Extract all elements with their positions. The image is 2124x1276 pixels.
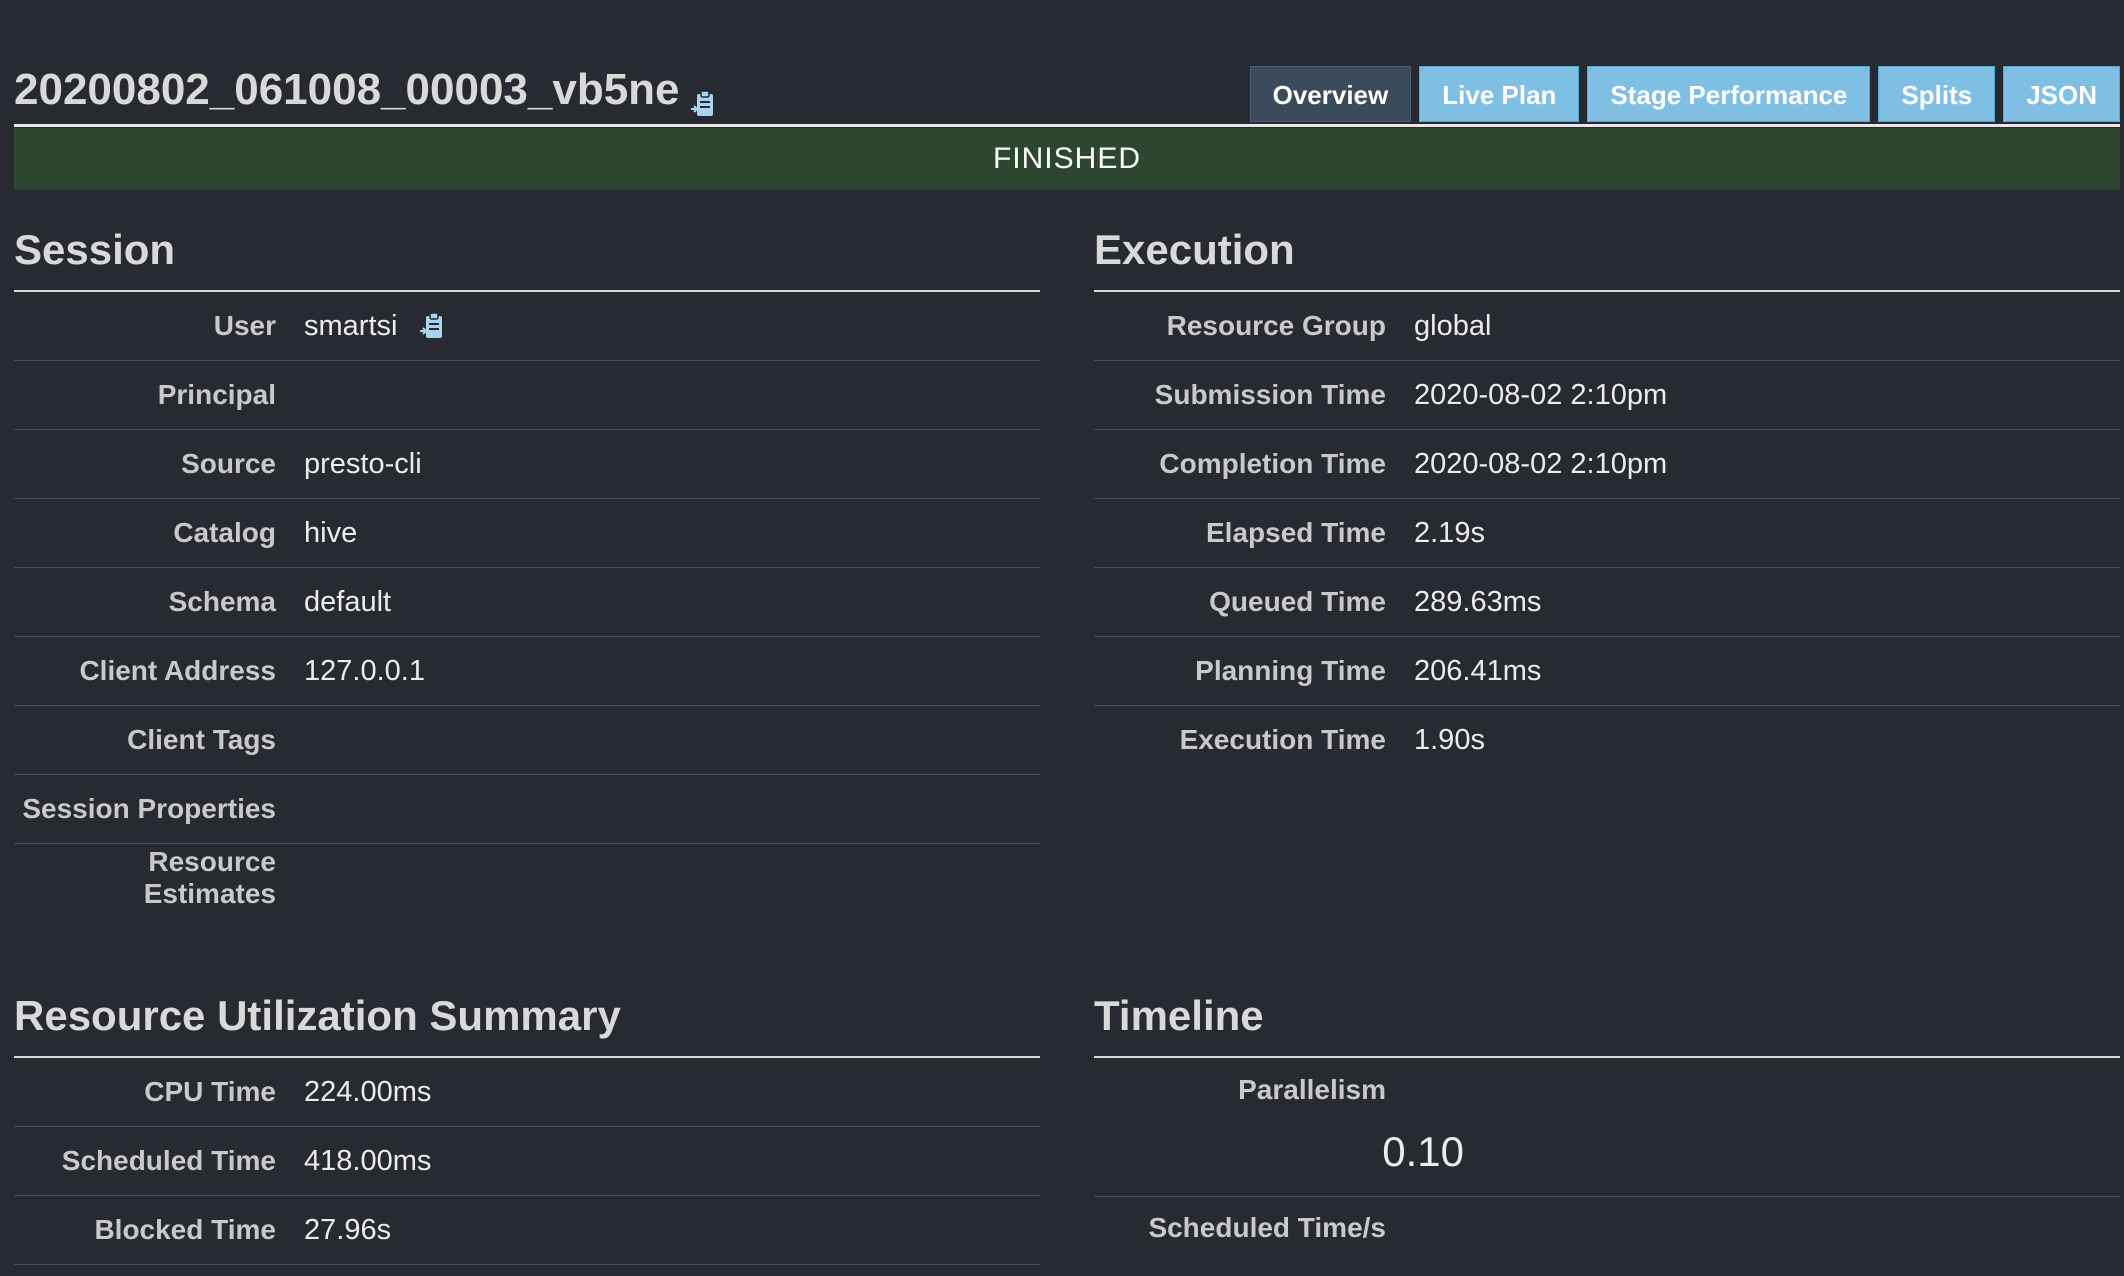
session-key: Resource Estimates <box>143 846 276 909</box>
execution-key: Execution Time <box>1179 724 1386 755</box>
query-state-bar: FINISHED <box>14 128 2120 190</box>
resource-summary-section: Resource Utilization Summary CPU Time 22… <box>14 986 1040 1265</box>
session-row-principal: Principal <box>14 361 1040 430</box>
resource-value: 418.00ms <box>304 1144 432 1177</box>
header-divider <box>14 124 2120 127</box>
tab-overview[interactable]: Overview <box>1249 66 1412 122</box>
clipboard-icon[interactable] <box>690 76 716 116</box>
session-row-client-address: Client Address 127.0.0.1 <box>14 637 1040 706</box>
execution-row-execution-time: Execution Time 1.90s <box>1094 706 2120 774</box>
session-value: default <box>304 585 392 618</box>
execution-key: Queued Time <box>1209 586 1386 617</box>
execution-row-submission-time: Submission Time 2020-08-02 2:10pm <box>1094 361 2120 430</box>
execution-row-elapsed-time: Elapsed Time 2.19s <box>1094 499 2120 568</box>
session-key: User <box>213 310 276 341</box>
execution-title: Execution <box>1094 226 1295 273</box>
resource-summary-title: Resource Utilization Summary <box>14 992 621 1039</box>
scheduled-time-label-row: Scheduled Time/s <box>1094 1197 2120 1259</box>
execution-key: Planning Time <box>1195 655 1386 686</box>
execution-value: 1.90s <box>1414 723 1485 756</box>
session-key: Session Properties <box>22 793 276 824</box>
parallelism-label: Parallelism <box>1238 1074 1386 1105</box>
resource-key: Blocked Time <box>94 1214 276 1245</box>
session-row-user: User smartsi <box>14 292 1040 361</box>
scheduled-time-per-second-label: Scheduled Time/s <box>1148 1212 1386 1243</box>
session-row-schema: Schema default <box>14 568 1040 637</box>
tab-splits[interactable]: Splits <box>1878 66 1996 122</box>
resource-key: Scheduled Time <box>61 1145 276 1176</box>
session-value: presto-cli <box>304 447 422 480</box>
clipboard-icon[interactable] <box>419 312 445 340</box>
execution-value: global <box>1414 309 1492 342</box>
session-key: Client Tags <box>127 724 276 755</box>
query-detail-page: 20200802_061008_00003_vb5ne Overview Liv… <box>0 0 2124 1276</box>
tab-stage-performance[interactable]: Stage Performance <box>1587 66 1871 122</box>
timeline-section: Timeline Parallelism 0.10 Scheduled Time… <box>1094 986 2120 1259</box>
execution-row-completion-time: Completion Time 2020-08-02 2:10pm <box>1094 430 2120 499</box>
session-row-resource-estimates: Resource Estimates <box>14 844 1040 912</box>
execution-section: Execution Resource Group global Submissi… <box>1094 220 2120 774</box>
execution-value: 289.63ms <box>1414 585 1542 618</box>
parallelism-value: 0.10 <box>1382 1128 1464 1175</box>
resource-key: CPU Time <box>144 1076 276 1107</box>
execution-key: Resource Group <box>1166 310 1386 341</box>
session-row-source: Source presto-cli <box>14 430 1040 499</box>
session-value: 127.0.0.1 <box>304 654 425 687</box>
query-state-label: FINISHED <box>992 142 1141 175</box>
session-value-user: smartsi <box>304 310 445 343</box>
resource-row-scheduled-time: Scheduled Time 418.00ms <box>14 1127 1040 1196</box>
session-row-session-properties: Session Properties <box>14 775 1040 844</box>
resource-row-cpu-time: CPU Time 224.00ms <box>14 1058 1040 1127</box>
session-value: hive <box>304 516 358 549</box>
query-id-title: 20200802_061008_00003_vb5ne <box>14 62 716 118</box>
execution-value: 2020-08-02 2:10pm <box>1414 378 1668 411</box>
parallelism-value-row: 0.10 <box>1094 1122 2120 1182</box>
session-title: Session <box>14 226 176 273</box>
tab-live-plan[interactable]: Live Plan <box>1419 66 1580 122</box>
session-key: Catalog <box>173 517 276 548</box>
session-key: Schema <box>168 586 276 617</box>
execution-value: 206.41ms <box>1414 654 1542 687</box>
session-key: Client Address <box>79 655 276 686</box>
parallelism-label-row: Parallelism <box>1094 1058 2120 1122</box>
query-tabs: Overview Live Plan Stage Performance Spl… <box>1249 66 2120 122</box>
resource-value: 27.96s <box>304 1213 392 1246</box>
session-row-client-tags: Client Tags <box>14 706 1040 775</box>
resource-value: 224.00ms <box>304 1075 432 1108</box>
timeline-title: Timeline <box>1094 992 1264 1039</box>
query-header: 20200802_061008_00003_vb5ne Overview Liv… <box>14 62 2120 126</box>
execution-row-queued-time: Queued Time 289.63ms <box>1094 568 2120 637</box>
execution-value: 2020-08-02 2:10pm <box>1414 447 1668 480</box>
execution-row-planning-time: Planning Time 206.41ms <box>1094 637 2120 706</box>
session-key: Source <box>181 448 276 479</box>
execution-row-resource-group: Resource Group global <box>1094 292 2120 361</box>
session-section: Session User smartsi Principal Source pr… <box>14 220 1040 912</box>
resource-row-blocked-time: Blocked Time 27.96s <box>14 1196 1040 1265</box>
execution-key: Elapsed Time <box>1205 517 1386 548</box>
query-id-text: 20200802_061008_00003_vb5ne <box>14 65 680 114</box>
execution-key: Completion Time <box>1159 448 1386 479</box>
execution-value: 2.19s <box>1414 516 1485 549</box>
tab-json[interactable]: JSON <box>2003 66 2120 122</box>
execution-key: Submission Time <box>1154 379 1386 410</box>
user-value: smartsi <box>304 309 398 342</box>
session-key: Principal <box>157 379 276 410</box>
session-row-catalog: Catalog hive <box>14 499 1040 568</box>
